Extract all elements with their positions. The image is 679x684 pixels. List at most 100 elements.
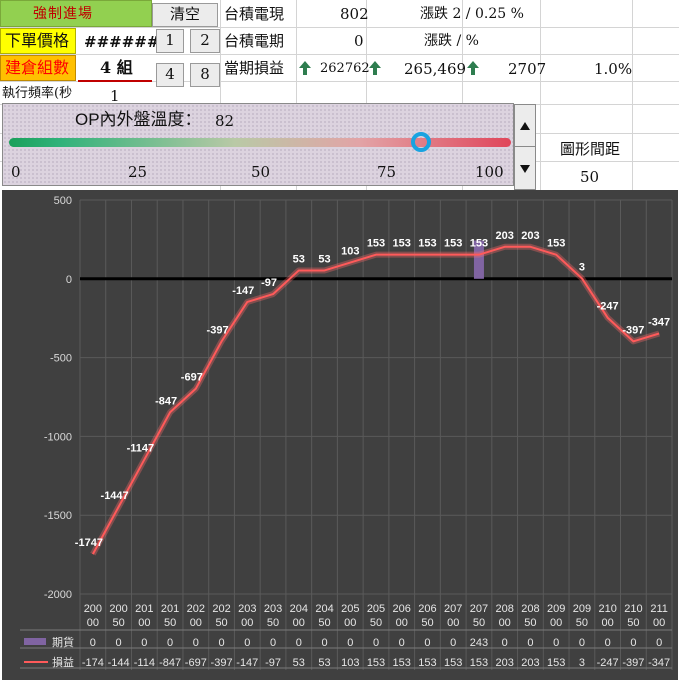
force-entry-button[interactable]: 強制進場 [0,0,152,27]
table-cell: 0 [219,637,225,649]
table-cell: 53 [293,657,305,669]
table-cell: 3 [579,657,585,669]
table-cell: -174 [82,657,104,669]
table-cell: -347 [648,657,670,669]
triangle-up-icon [520,122,530,130]
force-entry-label: 強制進場 [33,6,93,22]
group-1-label: 1 [165,31,175,49]
table-cell: -114 [134,657,155,669]
pnl-data-label: 103 [341,246,359,258]
x-tick-label: 202 [212,603,230,615]
op-temperature-panel: OP內外盤溫度： 82 0 25 50 75 100 [2,103,514,186]
pnl-line [91,245,660,555]
table-cell: 0 [373,637,379,649]
up-arrow-icon [299,61,311,75]
x-tick-label: 200 [109,603,127,615]
x-tick-label: 00 [138,617,150,629]
table-cell: 0 [527,637,533,649]
group-count-label-cell: 建倉組數 [0,55,76,81]
x-tick-label: 00 [653,617,665,629]
group-count-underline [78,80,152,82]
x-tick-label: 211 [650,603,668,615]
spin-down-button[interactable] [515,148,535,190]
x-tick-label: 00 [344,617,356,629]
legend-label: 期貨 [52,635,74,649]
group-1-button[interactable]: 1 [156,29,184,53]
x-tick-label: 204 [290,603,308,615]
group-4-button[interactable]: 4 [156,63,184,87]
clear-button[interactable]: 清空 [152,3,218,27]
pnl-percent: 1.0% [594,60,633,78]
table-cell: 0 [116,637,122,649]
x-tick-label: 209 [547,603,565,615]
x-tick-label: 50 [524,617,536,629]
table-cell: 153 [470,657,488,669]
x-tick-label: 205 [341,603,359,615]
spin-button[interactable] [514,104,536,190]
chart-spacing-value[interactable]: 50 [580,167,599,187]
table-cell: 0 [270,637,276,649]
x-tick-label: 201 [135,603,153,615]
x-tick-label: 00 [241,617,253,629]
table-cell: 0 [579,637,585,649]
pnl-data-label: -147 [232,285,254,297]
pnl-data-label: 203 [496,230,514,242]
table-cell: -247 [597,657,619,669]
legend-key-futures [24,638,46,645]
pnl-data-label: 53 [293,253,305,265]
pnl-data-label: 153 [367,238,385,250]
table-cell: 0 [90,637,96,649]
x-tick-label: 50 [421,617,433,629]
x-tick-label: 50 [576,617,588,629]
table-cell: 0 [244,637,250,649]
x-tick-label: 205 [367,603,385,615]
freq-label: 執行頻率(秒 [2,86,73,101]
slider-tick-50: 50 [251,163,271,181]
group-8-button[interactable]: 8 [190,63,220,87]
pnl-data-label: -1747 [75,537,103,549]
x-tick-label: 210 [598,603,616,615]
slider-tick-25: 25 [128,163,148,181]
x-tick-label: 200 [84,603,102,615]
pnl-chart: 500 0 -500 -1000 -1500 -2000 -1747 -1447 -1147 -8… [2,190,678,680]
pnl-data-label: 153 [444,238,462,250]
table-cell: 153 [444,657,462,669]
group-8-label: 8 [200,65,210,83]
op-temperature-track[interactable] [9,138,511,147]
table-cell: -97 [265,657,281,669]
pnl-data-label: -247 [597,301,619,313]
x-tick-label: 209 [573,603,591,615]
pnl-data-label: -397 [622,324,644,336]
table-cell: 153 [367,657,385,669]
taiex-period-label: 台積電期 [224,32,285,50]
table-cell: 0 [605,637,611,649]
x-tick-label: 00 [87,617,99,629]
table-cell: 0 [167,637,173,649]
table-cell: -397 [211,657,233,669]
group-count-value[interactable]: 4 組 [100,58,133,78]
op-temperature-knob[interactable] [410,132,431,152]
table-cell: -847 [159,657,181,669]
y-tick-label: 0 [66,274,72,286]
table-cell: 0 [193,637,199,649]
pnl-label: 當期損益 [224,59,285,77]
x-tick-label: 207 [444,603,462,615]
table-cell: 153 [547,657,565,669]
pnl-data-label: 53 [318,253,330,265]
pnl-value-1: 262762 [320,61,370,76]
change-label: 漲跌 2 / 0.25 % [420,6,524,22]
pnl-data-label: 153 [470,238,488,250]
table-cell: 203 [496,657,514,669]
spin-up-button[interactable] [515,105,535,147]
x-tick-label: 50 [627,617,639,629]
x-tick-label: 50 [473,617,485,629]
table-cell: 0 [321,637,327,649]
pnl-value-3: 2707 [508,60,547,78]
x-tick-label: 50 [215,617,227,629]
pnl-line-glow [90,243,661,556]
table-cell: -147 [236,657,258,669]
group-4-label: 4 [165,65,175,83]
x-tick-label: 210 [624,603,642,615]
x-tick-label: 00 [293,617,305,629]
group-2-button[interactable]: 2 [190,29,220,53]
